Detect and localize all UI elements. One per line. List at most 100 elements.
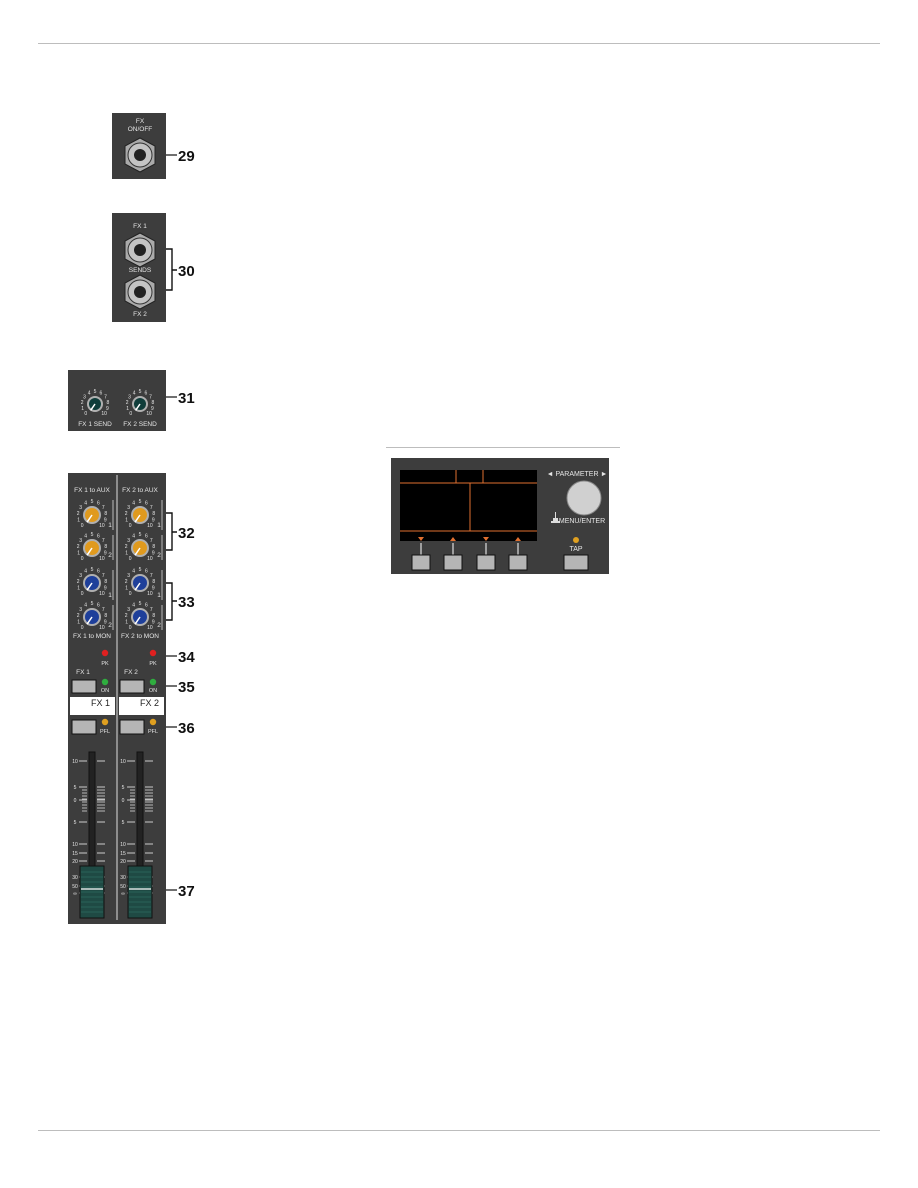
knob-scale-label: 4 — [132, 501, 135, 507]
ch2-aux-title: FX 2 to AUX — [122, 487, 158, 494]
footswitch-jack[interactable] — [124, 137, 156, 173]
knob-scale-label: 6 — [97, 534, 100, 540]
fx-send-knobs-panel: FX 1 SEND FX 2 SEND 31 01234 5 678910 01234… — [68, 370, 195, 431]
knob-scale-label: 1 — [81, 406, 84, 412]
ch2-pk-led — [149, 649, 157, 657]
bus-number: 2 — [108, 622, 112, 629]
knob-scale-label: 2 — [125, 579, 128, 585]
fx-on-off-jack-panel: FX ON/OFF 29 — [112, 113, 195, 179]
fader-scale-label: 30 — [72, 875, 78, 881]
knob-scale-label: 8 — [152, 613, 155, 619]
tap-label: TAP — [569, 546, 582, 553]
fx1-label: FX 1 — [133, 223, 147, 230]
ch2-pfl-label: PFL — [148, 729, 158, 735]
bus-number: 1 — [108, 522, 112, 529]
knob-scale-label: 8 — [152, 511, 155, 517]
callout-36: 36 — [178, 720, 195, 737]
callout-30: 30 — [178, 263, 195, 280]
knob-scale-label: 8 — [104, 613, 107, 619]
knob-scale-label: 0 — [81, 556, 84, 562]
knob-scale-label: 3 — [79, 538, 82, 544]
fader-scale-label: 20 — [120, 859, 126, 865]
ch2-fader-cap[interactable] — [127, 865, 153, 919]
knob-scale-label: 6 — [97, 603, 100, 609]
knob-scale-label: 2 — [77, 544, 80, 550]
knob-scale-label: 4 — [84, 534, 87, 540]
knob-scale-label: 10 — [146, 411, 152, 417]
knob-scale-label: 10 — [147, 625, 153, 631]
knob-scale-label: 10 — [99, 591, 105, 597]
knob-scale-label: 4 — [84, 569, 87, 575]
callout-33: 33 — [178, 594, 195, 611]
knob-scale-label: 8 — [104, 511, 107, 517]
knob-scale-label: 2 — [77, 613, 80, 619]
on-off-label: ON/OFF — [128, 126, 153, 133]
knob-scale-label: 3 — [127, 505, 130, 511]
knob-scale-label: 6 — [145, 501, 148, 507]
ch2-on-label: ON — [149, 688, 157, 694]
knob-scale-label: 10 — [101, 411, 107, 417]
ch1-fader-cap[interactable] — [79, 865, 105, 919]
ch2-pfl-led — [149, 718, 157, 726]
bus-number: 1 — [157, 592, 161, 599]
ch2-pk-label: PK — [149, 661, 157, 667]
fx1-send-jack[interactable] — [124, 232, 156, 268]
ch1-pk-label: PK — [101, 661, 109, 667]
bus-number: 2 — [157, 552, 161, 559]
knob-scale-label: 2 — [125, 511, 128, 517]
softkey-button-1[interactable] — [411, 554, 431, 571]
ch1-on-label: ON — [101, 688, 109, 694]
knob-scale-label: 6 — [145, 390, 148, 396]
fader-scale-label: 10 — [72, 842, 78, 848]
knob-scale-label: 8 — [152, 579, 155, 585]
ch2-on-button[interactable] — [119, 679, 145, 694]
fader-scale-label: ∞ — [121, 891, 125, 897]
ch2-on-led — [149, 678, 157, 686]
knob-scale-label: 4 — [84, 501, 87, 507]
softkey-button-4[interactable] — [508, 554, 528, 571]
knob-scale-label: 3 — [83, 394, 86, 400]
fader-scale-label: 50 — [72, 884, 78, 890]
ch2-pfl-button[interactable] — [119, 719, 145, 735]
knob-scale-label: 2 — [77, 511, 80, 517]
fader-scale-label: 10 — [120, 759, 126, 765]
ch1-aux-title: FX 1 to AUX — [74, 487, 110, 494]
bus-number: 2 — [157, 622, 161, 629]
knob-scale-label: 3 — [79, 607, 82, 613]
knob-scale-label: 0 — [129, 523, 132, 529]
softkey-button-2[interactable] — [443, 554, 463, 571]
softkey-button-3[interactable] — [476, 554, 496, 571]
knob-scale-label: 10 — [99, 523, 105, 529]
knob-scale-label: 4 — [133, 390, 136, 396]
knob-scale-label: 1 — [77, 585, 80, 591]
knob-scale-label: 0 — [81, 625, 84, 631]
tap-button[interactable] — [563, 554, 589, 571]
fx2-send-label: FX 2 SEND — [123, 421, 157, 428]
knob-scale-label: 3 — [127, 607, 130, 613]
fader-scale-label: 50 — [120, 884, 126, 890]
knob-scale-label: 6 — [145, 569, 148, 575]
ch1-pk-led — [101, 649, 109, 657]
callout-31: 31 — [178, 390, 195, 407]
callout-35: 35 — [178, 679, 195, 696]
ch2-mon-title: FX 2 to MON — [121, 633, 159, 640]
knob-scale-label: 3 — [79, 573, 82, 579]
ch1-pfl-button[interactable] — [71, 719, 97, 735]
ch1-on-button[interactable] — [71, 679, 97, 694]
knob-scale-label: 1 — [77, 517, 80, 523]
fader-scale-label: 5 — [122, 785, 125, 791]
fx2-send-jack[interactable] — [124, 274, 156, 310]
parameter-encoder-knob[interactable] — [566, 480, 602, 516]
ch1-pfl-led — [101, 718, 109, 726]
ch1-on-led — [101, 678, 109, 686]
knob-scale-label: 3 — [79, 505, 82, 511]
fader-scale-label: ∞ — [73, 891, 77, 897]
knob-scale-label: 3 — [127, 573, 130, 579]
knob-scale-label: 10 — [147, 556, 153, 562]
bus-number: 1 — [157, 522, 161, 529]
fx-label: FX — [136, 118, 145, 125]
knob-scale-label: 1 — [125, 550, 128, 556]
fx-display-panel: ◄ PARAMETER ► MENU/ENTER TAP — [391, 458, 609, 574]
fader-scale-label: 5 — [74, 785, 77, 791]
knob-scale-label: 5 — [139, 601, 142, 607]
